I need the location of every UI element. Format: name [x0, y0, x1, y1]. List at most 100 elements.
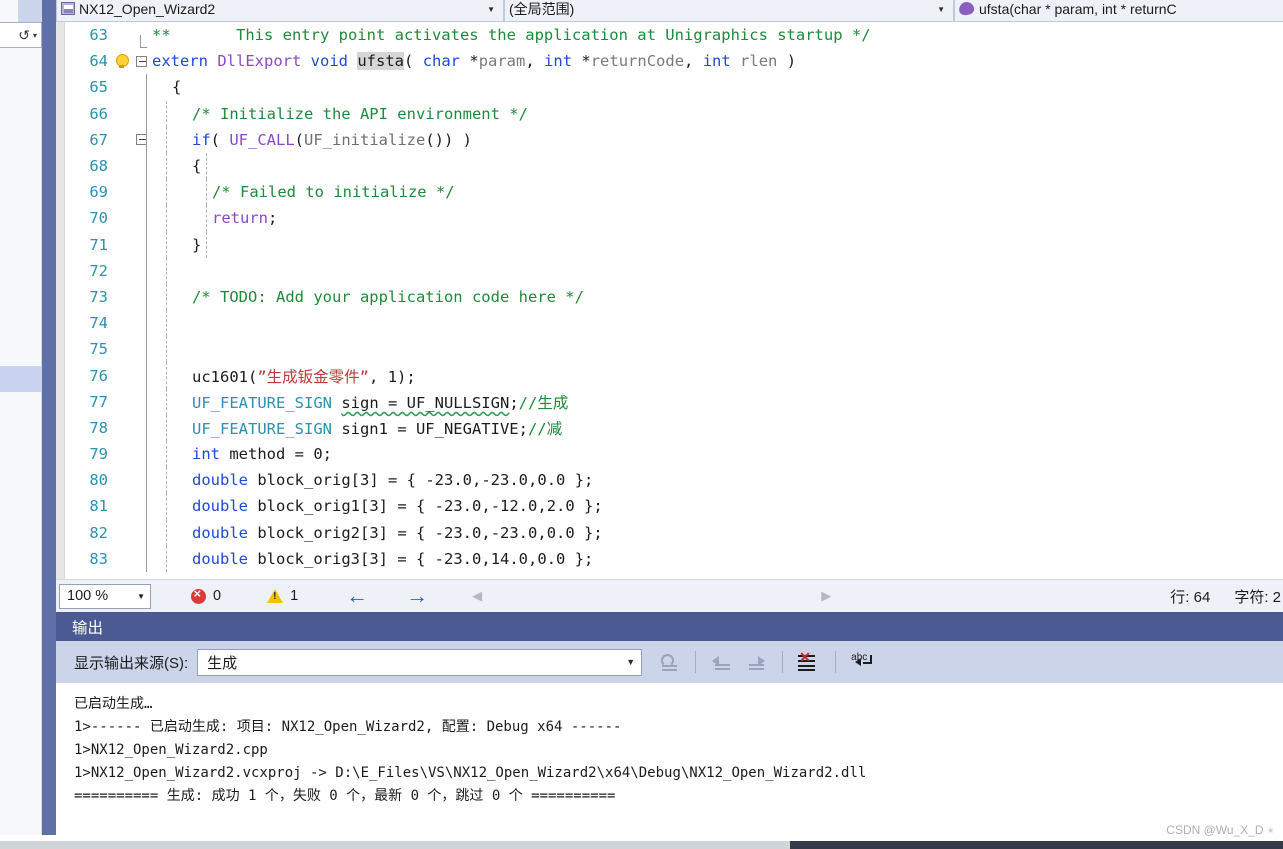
code-line-list: 63 ** This entry point activates the appl…	[56, 22, 1283, 572]
code-line[interactable]: 63 ** This entry point activates the appl…	[56, 22, 1283, 49]
clear-all-button[interactable]: ✕	[794, 648, 824, 676]
code-token: );	[397, 367, 416, 386]
code-line[interactable]: 72	[56, 257, 1283, 284]
code-line[interactable]: 80 double block_orig[3] = { -23.0,-23.0,0…	[56, 467, 1283, 494]
warning-count-label: 1	[290, 588, 299, 604]
navigate-backward-icon[interactable]: ←	[346, 585, 368, 607]
code-line[interactable]: 77 UF_FEATURE_SIGN sign = UF_NULLSIGN;//生…	[56, 388, 1283, 415]
code-token: };	[574, 497, 603, 516]
code-text-area[interactable]: 63 ** This entry point activates the appl…	[56, 22, 1283, 579]
lightbulb-icon[interactable]	[115, 54, 129, 69]
code-token: block_orig2[	[248, 523, 370, 542]
code-line-text: UF_FEATURE_SIGN sign1 = UF_NEGATIVE;//减	[152, 417, 1283, 439]
code-line[interactable]: 69 /* Failed to initialize */	[56, 179, 1283, 206]
line-number: 82	[89, 523, 108, 542]
code-line[interactable]: 83 double block_orig3[3] = { -23.0,14.0,0…	[56, 545, 1283, 572]
scroll-left-icon[interactable]: ◀	[472, 588, 482, 604]
code-line[interactable]: 75	[56, 336, 1283, 363]
code-line[interactable]: 79 int method = 0;	[56, 441, 1283, 468]
code-token: block_orig[	[248, 471, 360, 490]
left-panel-combo[interactable]: ↺ ▾	[0, 22, 42, 48]
code-line[interactable]: 70 return;	[56, 205, 1283, 232]
code-token: UF_initialize	[304, 130, 426, 149]
code-line[interactable]: 82 double block_orig2[3] = { -23.0,-23.0,…	[56, 519, 1283, 546]
code-token: ,	[528, 549, 538, 568]
taskbar-strip	[790, 841, 1283, 849]
project-selector-combo[interactable]: NX12_Open_Wizard2 ▼	[56, 0, 504, 22]
quick-action-cell[interactable]	[112, 54, 130, 69]
code-token: //生成	[518, 393, 569, 412]
code-token: ufsta	[357, 52, 405, 71]
code-line[interactable]: 65 {	[56, 74, 1283, 101]
structure-guide-dashed	[166, 519, 167, 546]
code-line[interactable]: 74	[56, 310, 1283, 337]
code-line-text: {	[152, 78, 1283, 96]
code-token: ,	[537, 523, 547, 542]
error-count-badge[interactable]: 0	[191, 586, 221, 604]
go-to-previous-message-button[interactable]	[707, 648, 737, 676]
code-token: int	[192, 445, 220, 464]
line-number: 80	[89, 471, 108, 490]
refresh-icon: ↺	[18, 26, 30, 43]
clear-all-icon: ✕	[798, 649, 820, 671]
zoom-level-label: 100 %	[67, 588, 109, 604]
scope-selector-combo[interactable]: (全局范围) ▼	[504, 0, 954, 22]
code-token: ,	[481, 549, 491, 568]
code-token: -23.0	[434, 549, 482, 568]
go-to-next-message-button[interactable]	[741, 648, 771, 676]
structure-guide-dashed	[166, 414, 167, 441]
toggle-word-wrap-button[interactable]: abc	[847, 648, 877, 676]
region-end-bracket-icon	[140, 35, 147, 49]
code-token: ()) )	[425, 130, 473, 149]
code-token: void	[310, 52, 348, 71]
code-line[interactable]: 71}	[56, 231, 1283, 258]
left-panel-tab-header[interactable]	[18, 0, 42, 22]
structure-guide-dashed-inner	[206, 179, 207, 206]
structure-guide-line	[146, 100, 147, 127]
output-source-combo[interactable]: 生成 ▼	[197, 648, 643, 676]
code-line[interactable]: 67 if( UF_CALL(UF_initialize()) )	[56, 126, 1283, 153]
code-token: {	[192, 157, 202, 176]
structure-guide-line	[146, 74, 147, 101]
code-token: ] = {	[378, 497, 435, 516]
visual-studio-window: ↺ ▾ NX12_Open_Wizard2 ▼ (全局范围) ▼ ufsta(c…	[0, 0, 1283, 849]
scrollbar-track[interactable]	[0, 841, 790, 849]
code-token: )	[777, 52, 797, 71]
outlining-cell[interactable]	[130, 134, 152, 146]
code-token: 0	[313, 445, 323, 464]
output-log-text[interactable]: 已启动生成… 1>------ 已启动生成: 项目: NX12_Open_Wiz…	[56, 683, 1283, 835]
scroll-right-icon[interactable]: ▶	[821, 588, 831, 604]
code-token: UF_CALL	[229, 130, 295, 149]
code-token: 2.0	[546, 497, 575, 516]
member-selector-combo[interactable]: ufsta(char * param, int * returnC	[954, 0, 1283, 22]
structure-guide-line	[146, 310, 147, 337]
structure-guide-line	[146, 467, 147, 494]
code-token: method =	[220, 445, 314, 464]
code-line[interactable]: 81 double block_orig1[3] = { -23.0,-12.0,…	[56, 493, 1283, 520]
code-token: uc1601	[192, 367, 248, 386]
code-line-text: if( UF_CALL(UF_initialize()) )	[152, 131, 1283, 149]
left-panel-selected-row[interactable]	[0, 366, 42, 392]
code-line[interactable]: 76 uc1601(”生成钣金零件”, 1);	[56, 362, 1283, 389]
code-token: 3	[369, 523, 379, 542]
collapse-region-icon[interactable]	[135, 55, 147, 67]
navigate-forward-icon[interactable]: →	[406, 585, 428, 607]
code-token: ;	[509, 393, 519, 412]
outlining-cell[interactable]	[130, 55, 152, 67]
code-line[interactable]: 73 /* TODO: Add your application code her…	[56, 283, 1283, 311]
zoom-level-combo[interactable]: 100 % ▼	[59, 583, 151, 609]
code-token: double	[192, 523, 248, 542]
collapse-region-icon[interactable]	[135, 134, 147, 146]
output-source-label: 显示输出来源(S):	[74, 654, 189, 672]
code-line[interactable]: 66 /* Initialize the API environment */	[56, 100, 1283, 127]
find-message-button[interactable]	[654, 648, 684, 676]
code-token: /* Initialize the API environment */	[192, 104, 528, 123]
line-number: 71	[89, 235, 108, 254]
warning-count-badge[interactable]: 1	[267, 588, 298, 604]
code-line[interactable]: 68 {	[56, 152, 1283, 180]
code-token: ,	[481, 497, 491, 516]
code-token: ] = {	[378, 549, 435, 568]
code-line[interactable]: 78 UF_FEATURE_SIGN sign1 = UF_NEGATIVE;//…	[56, 414, 1283, 441]
bottom-scrollbar[interactable]	[0, 835, 1283, 849]
code-line[interactable]: 64 extern DllExport void ufsta( char *par…	[56, 48, 1283, 74]
